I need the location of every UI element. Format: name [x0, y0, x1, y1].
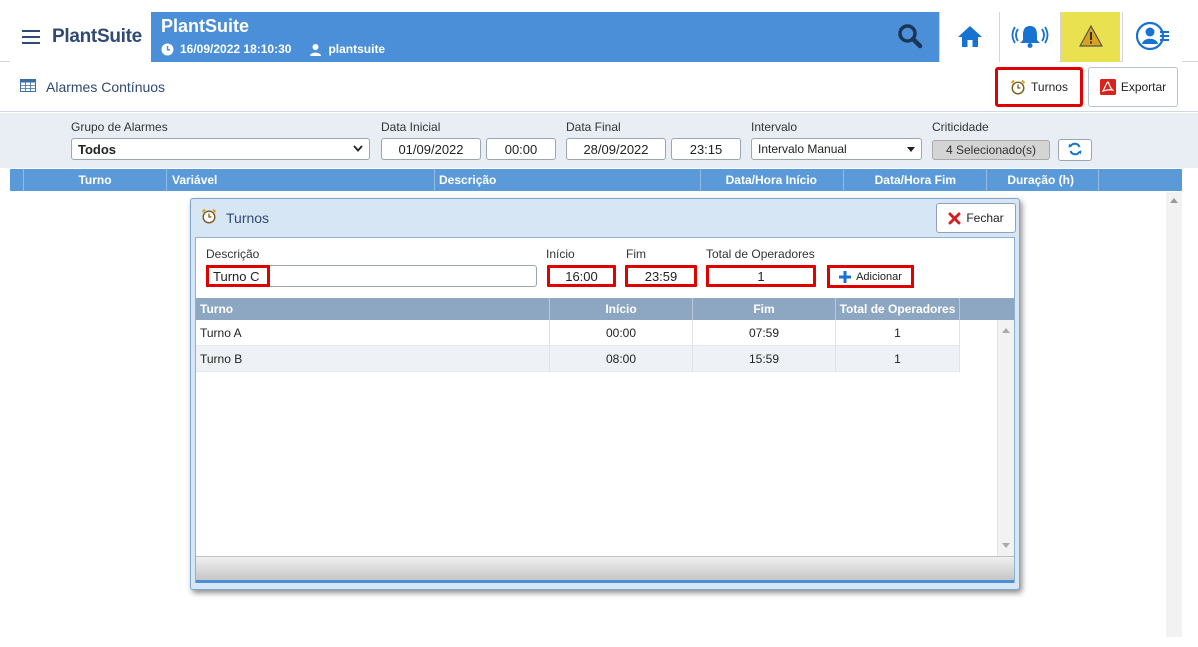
scroll-up-icon[interactable] [1002, 328, 1010, 333]
intervalo-select-value: Intervalo Manual [758, 142, 847, 156]
scroll-down-icon[interactable] [1002, 543, 1010, 548]
fechar-button[interactable]: Fechar [936, 203, 1016, 233]
caret-down-icon [907, 144, 915, 155]
criticidade-select[interactable]: 4 Selecionado(s) [932, 140, 1050, 160]
clock-icon [161, 43, 174, 56]
table-row[interactable]: Turno B 08:00 15:59 1 [196, 346, 960, 372]
app-title: PlantSuite [161, 16, 250, 36]
fechar-button-label: Fechar [966, 211, 1004, 225]
alarm-clock-icon [201, 208, 217, 227]
close-icon [948, 212, 961, 225]
grupo-label: Grupo de Alarmes [71, 120, 168, 134]
inicio-input[interactable]: 16:00 [547, 265, 616, 287]
col-data-hora-fim[interactable]: Data/Hora Fim [843, 169, 986, 191]
scroll-up-icon[interactable] [1170, 198, 1178, 203]
col-data-hora-inicio[interactable]: Data/Hora Início [700, 169, 843, 191]
col-total-operadores[interactable]: Total de Operadores [835, 298, 960, 320]
filter-panel: Grupo de Alarmes Todos Data Inicial 01/0… [0, 113, 1198, 168]
page-title-text: Alarmes Contínuos [46, 79, 166, 95]
inicio-label: Início [546, 247, 575, 261]
table-icon [20, 79, 36, 95]
fim-input[interactable]: 23:59 [625, 265, 697, 287]
cell-total: 1 [835, 320, 960, 346]
descricao-input-value[interactable]: Turno C [206, 265, 270, 287]
warnings-button[interactable] [1060, 12, 1120, 62]
username: plantsuite [328, 42, 386, 56]
table-footer [196, 556, 1014, 583]
page-title: Alarmes Contínuos [20, 79, 165, 95]
adicionar-button-label: Adicionar [856, 270, 902, 283]
user-icon [309, 43, 322, 56]
alarms-grid-header: Turno Variável Descrição Data/Hora Iníci… [10, 169, 1182, 191]
col-duracao[interactable]: Duração (h) [986, 169, 1099, 191]
turnos-table-header: Turno Início Fim Total de Operadores [196, 298, 1014, 320]
dialog-title: Turnos [201, 208, 269, 227]
table-scrollbar[interactable] [997, 320, 1014, 556]
search-icon [897, 23, 923, 52]
cell-turno: Turno B [200, 352, 243, 366]
cell-fim: 15:59 [692, 346, 835, 372]
col-turno[interactable]: Turno [23, 169, 166, 191]
home-button[interactable] [939, 12, 999, 62]
data-final-label: Data Final [566, 120, 621, 134]
notifications-button[interactable] [999, 12, 1059, 62]
hora-final-input[interactable]: 23:15 [671, 138, 741, 160]
total-operadores-label: Total de Operadores [706, 247, 815, 261]
user-settings-icon [1135, 21, 1170, 54]
dialog-title-text: Turnos [226, 209, 270, 226]
brand-logo: PlantSuite [52, 26, 142, 47]
cell-inicio: 00:00 [549, 320, 692, 346]
exportar-button-label: Exportar [1120, 80, 1167, 94]
total-operadores-input[interactable]: 1 [706, 265, 816, 287]
grid-scrollbar[interactable] [1166, 192, 1182, 637]
turnos-button-label: Turnos [1031, 80, 1068, 94]
intervalo-label: Intervalo [751, 120, 798, 134]
chevron-down-icon [353, 144, 363, 155]
user-menu-button[interactable] [1122, 12, 1182, 62]
refresh-button[interactable] [1058, 139, 1092, 161]
turnos-dialog: Turnos Fechar Descrição Turno C Início 1… [190, 198, 1020, 590]
dialog-body: Descrição Turno C Início 16:00 Fim 23:59… [195, 237, 1015, 583]
adicionar-button[interactable]: Adicionar [827, 265, 914, 288]
refresh-icon [1068, 142, 1082, 159]
grupo-select-value: Todos [78, 141, 117, 157]
pdf-icon [1099, 79, 1116, 95]
cell-total: 1 [835, 346, 960, 372]
grupo-select[interactable]: Todos [71, 138, 370, 160]
data-inicial-label: Data Inicial [381, 120, 441, 134]
col-descricao[interactable]: Descrição [434, 169, 700, 191]
datetime: 16/09/2022 18:10:30 [180, 42, 292, 56]
menu-icon[interactable] [22, 30, 40, 44]
data-final-input[interactable]: 28/09/2022 [566, 138, 666, 160]
table-row[interactable]: Turno A 00:00 07:59 1 [196, 320, 960, 346]
descricao-label: Descrição [206, 247, 260, 261]
warning-icon [1078, 24, 1103, 50]
home-icon [957, 24, 983, 51]
alarm-clock-icon [1010, 79, 1026, 95]
top-header: PlantSuite PlantSuite 16/09/2022 18:10:3… [0, 0, 1198, 62]
col-inicio[interactable]: Início [549, 298, 692, 320]
session-info: 16/09/2022 18:10:30 plantsuite [161, 42, 385, 56]
exportar-button[interactable]: Exportar [1088, 67, 1178, 107]
cell-fim: 07:59 [692, 320, 835, 346]
bell-icon [1011, 23, 1049, 52]
col-turno[interactable]: Turno [196, 298, 549, 320]
app-bar: PlantSuite 16/09/2022 18:10:30 plantsuit… [151, 12, 939, 62]
cell-inicio: 08:00 [549, 346, 692, 372]
data-inicial-input[interactable]: 01/09/2022 [381, 138, 481, 160]
col-fim[interactable]: Fim [692, 298, 835, 320]
criticidade-label: Criticidade [932, 120, 989, 134]
col-variavel[interactable]: Variável [166, 169, 434, 191]
cell-turno: Turno A [200, 326, 242, 340]
fim-label: Fim [626, 247, 646, 261]
intervalo-select[interactable]: Intervalo Manual [751, 138, 922, 160]
hora-inicial-input[interactable]: 00:00 [486, 138, 556, 160]
brand-area: PlantSuite [10, 12, 151, 62]
plus-icon [839, 270, 852, 283]
turnos-button[interactable]: Turnos [995, 67, 1083, 107]
search-button[interactable] [895, 22, 925, 52]
